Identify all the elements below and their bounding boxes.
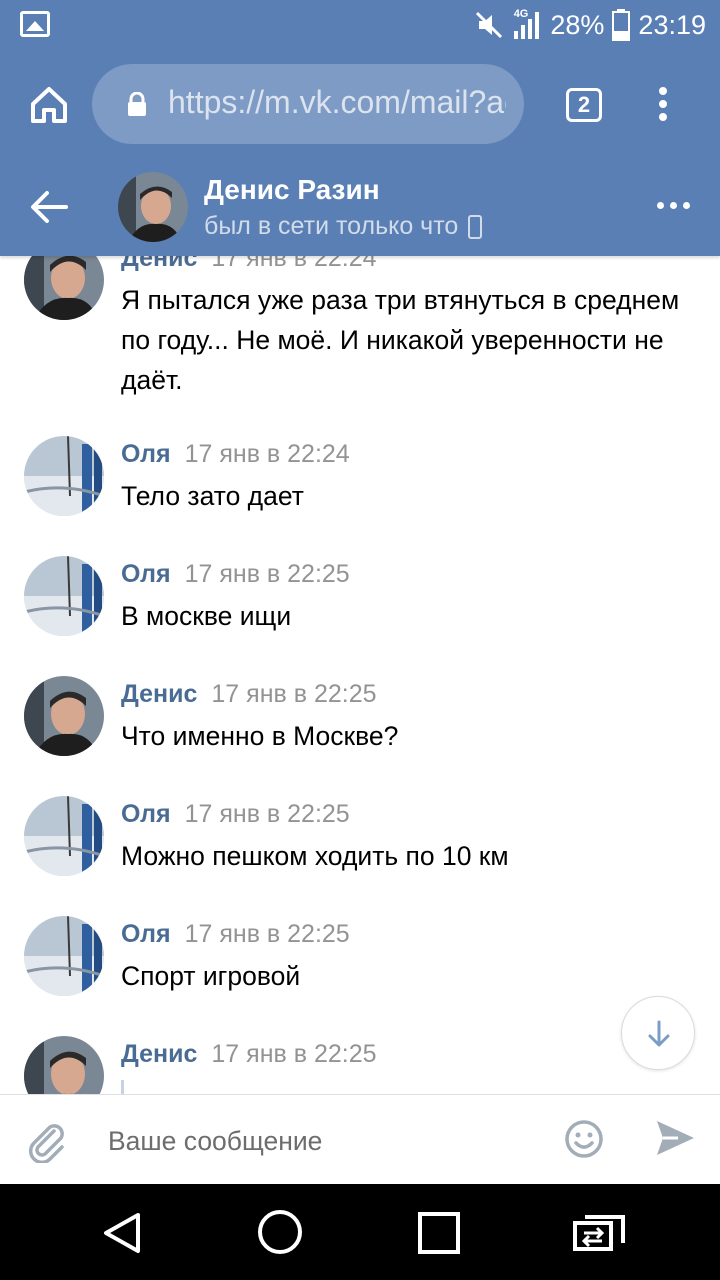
- message-meta: Оля 17 янв в 22:24: [121, 440, 350, 469]
- message-meta: Оля 17 янв в 22:25: [121, 560, 350, 589]
- more-icon[interactable]: [657, 202, 690, 209]
- avatar-olya[interactable]: [24, 916, 104, 996]
- status-bar: 4G 28% 23:19: [0, 0, 720, 50]
- message-author[interactable]: Денис: [121, 1040, 197, 1068]
- kebab-menu-icon[interactable]: [656, 84, 670, 128]
- attach-icon[interactable]: [24, 1119, 68, 1163]
- message-text: Что именно в Москве?: [121, 721, 399, 751]
- send-icon[interactable]: [654, 1117, 696, 1159]
- gallery-icon: [20, 11, 50, 37]
- avatar-olya[interactable]: [24, 556, 104, 636]
- network-type: 4G: [513, 8, 529, 20]
- status-indicators: 4G 28% 23:19: [474, 6, 706, 44]
- mute-icon: [475, 11, 502, 39]
- message-time: 17 янв в 22:24: [184, 440, 350, 468]
- contact-name[interactable]: Денис Разин: [204, 174, 380, 206]
- arrow-down-icon: [648, 1020, 670, 1047]
- avatar-olya[interactable]: [24, 796, 104, 876]
- message-list[interactable]: Денис 17 янв в 22:24 Я пытался уже раза т…: [0, 256, 720, 1094]
- message-author[interactable]: Оля: [121, 920, 171, 948]
- message-author[interactable]: Денис: [121, 256, 197, 272]
- message-time: 17 янв в 22:25: [184, 800, 350, 828]
- avatar-denis[interactable]: [24, 256, 104, 320]
- nav-back-icon[interactable]: [102, 1212, 142, 1254]
- message-composer: [0, 1094, 720, 1184]
- message-text: В москве ищи: [121, 601, 292, 631]
- contact-status: был в сети только что: [204, 212, 483, 241]
- message-meta: Денис 17 янв в 22:25: [121, 1040, 377, 1069]
- url-bar[interactable]: https://m.vk.com/mail?act=show&peer=: [92, 64, 524, 144]
- system-nav-bar: [0, 1184, 720, 1280]
- avatar-denis[interactable]: [24, 1036, 104, 1094]
- phone-icon: [468, 214, 483, 239]
- scroll-down-button[interactable]: [621, 996, 695, 1070]
- message-meta: Денис 17 янв в 22:24: [121, 256, 377, 273]
- message-input[interactable]: [108, 1121, 538, 1161]
- back-arrow-icon[interactable]: [30, 190, 68, 224]
- home-icon[interactable]: [28, 84, 70, 126]
- avatar-denis[interactable]: [24, 676, 104, 756]
- message-author[interactable]: Оля: [121, 440, 171, 468]
- battery-icon: [612, 9, 631, 41]
- emoji-icon[interactable]: [564, 1119, 604, 1159]
- message-meta: Оля 17 янв в 22:25: [121, 920, 350, 949]
- message-author[interactable]: Оля: [121, 560, 171, 588]
- message-text: Спорт игровой: [121, 961, 301, 991]
- message-time: 17 янв в 22:24: [211, 256, 377, 272]
- message-text: Можно пешком ходить по 10 км: [121, 841, 509, 871]
- message-author[interactable]: Денис: [121, 680, 197, 708]
- message-time: 17 янв в 22:25: [211, 680, 377, 708]
- clock: 23:19: [638, 9, 706, 40]
- browser-toolbar: https://m.vk.com/mail?act=show&peer= 2: [0, 50, 720, 160]
- battery-percent: 28%: [550, 9, 605, 40]
- message-meta: Денис 17 янв в 22:25: [121, 680, 377, 709]
- message-meta: Оля 17 янв в 22:25: [121, 800, 350, 829]
- nav-switch-icon[interactable]: [572, 1214, 626, 1252]
- message-time: 17 янв в 22:25: [211, 1040, 377, 1068]
- nav-recents-icon[interactable]: [418, 1212, 460, 1254]
- chat-header: Денис Разин был в сети только что: [0, 160, 720, 256]
- message-text: Тело зато дает: [121, 481, 304, 511]
- tabs-button[interactable]: 2: [566, 88, 602, 122]
- forwarded-quote[interactable]: [121, 1080, 124, 1094]
- avatar-olya[interactable]: [24, 436, 104, 516]
- contact-avatar[interactable]: [118, 172, 188, 242]
- message-text: Я пытался уже раза три втянуться в средн…: [121, 285, 680, 395]
- url-text: https://m.vk.com/mail?act=show&peer=: [168, 84, 506, 120]
- nav-home-icon[interactable]: [258, 1210, 302, 1254]
- message-time: 17 янв в 22:25: [184, 560, 350, 588]
- lock-icon: [128, 92, 146, 116]
- message-time: 17 янв в 22:25: [184, 920, 350, 948]
- status-text: был в сети только что: [204, 212, 459, 240]
- message-author[interactable]: Оля: [121, 800, 171, 828]
